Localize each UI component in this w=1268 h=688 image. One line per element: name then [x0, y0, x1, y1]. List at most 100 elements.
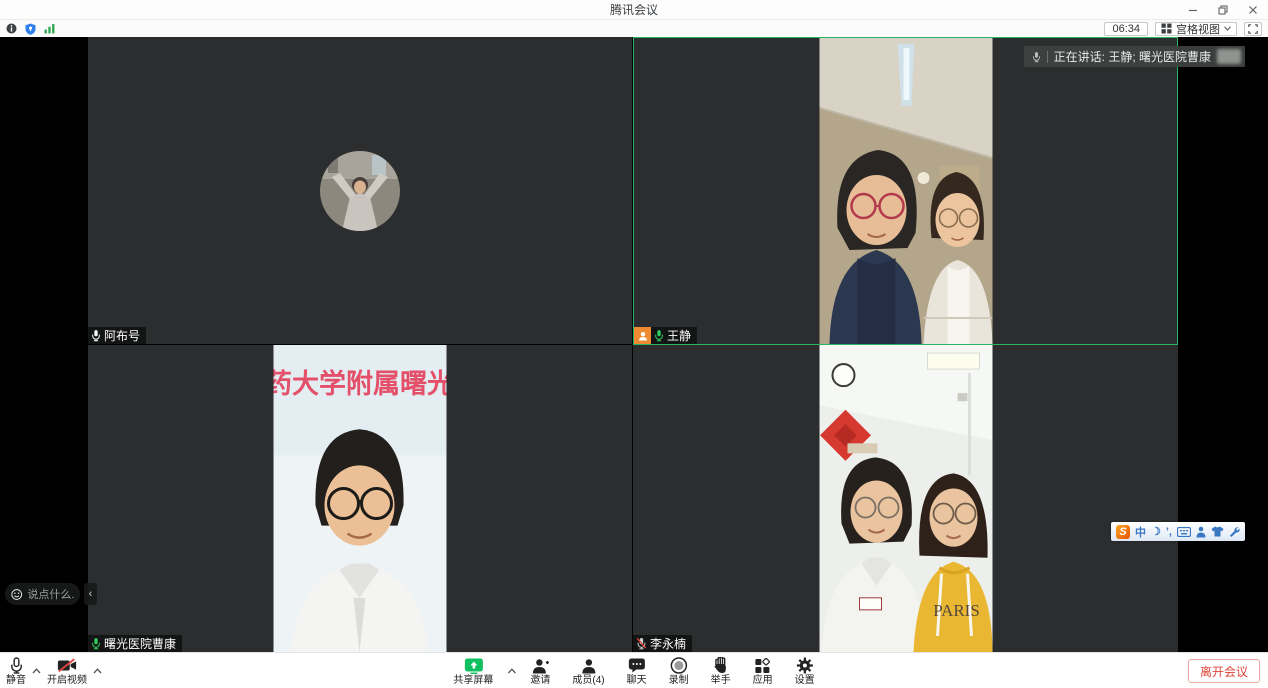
members-button[interactable]: 成员(4) [562, 653, 614, 688]
video-tile-liyongnan[interactable]: PARIS 李永楠 [633, 345, 1178, 652]
invite-person-icon [531, 658, 549, 674]
statusbar: 06:34 宫格视图 [0, 20, 1268, 37]
chat-collapse-button[interactable]: ‹ [84, 583, 97, 605]
invite-button[interactable]: 邀请 [520, 653, 560, 688]
divider [1047, 51, 1048, 63]
close-button[interactable] [1238, 0, 1268, 20]
record-label: 录制 [669, 675, 689, 686]
ime-voice-icon[interactable] [1196, 526, 1206, 538]
minimize-icon [1188, 5, 1198, 15]
ime-punctuation-icon[interactable]: ’, [1166, 526, 1172, 538]
signal-icon[interactable] [44, 23, 56, 34]
mic-options-caret[interactable] [30, 653, 43, 688]
start-video-button[interactable]: 开启视频 [47, 653, 87, 688]
ime-skin-icon[interactable] [1211, 526, 1224, 537]
close-icon [1248, 5, 1258, 15]
record-button[interactable]: 录制 [659, 653, 699, 688]
info-icon[interactable] [6, 23, 17, 34]
window-controls [1178, 0, 1268, 20]
participant-label: 王静 [634, 327, 697, 344]
participant-name: 曙光医院曹康 [104, 635, 176, 652]
leave-meeting-button[interactable]: 离开会议 [1188, 659, 1260, 683]
speaking-indicator: 正在讲话: 王静; 曙光医院曹康 [1024, 46, 1245, 67]
video-feed: 药大学附属曙光 [274, 345, 447, 652]
video-feed: PARIS [819, 345, 992, 652]
share-screen-button[interactable]: 共享屏幕 [443, 653, 503, 688]
chevron-up-icon [32, 668, 41, 674]
fullscreen-icon [1248, 24, 1258, 34]
video-options-caret[interactable] [91, 653, 104, 688]
toolbar-center-group: 共享屏幕 邀请 成员(4) 聊天 [443, 653, 824, 688]
ime-wrench-icon[interactable] [1229, 526, 1240, 537]
raise-hand-label: 举手 [711, 675, 731, 686]
chat-button[interactable]: 聊天 [617, 653, 657, 688]
view-mode-label: 宫格视图 [1176, 21, 1220, 37]
participant-name: 阿布号 [104, 327, 140, 344]
avatar-image [320, 151, 400, 231]
bottom-toolbar: 静音 开启视频 共享屏幕 [0, 652, 1268, 688]
video-feed-image [819, 38, 992, 344]
ime-halfmoon-icon[interactable]: ☽ [1151, 525, 1161, 538]
mic-speaking-icon [91, 637, 101, 650]
raise-hand-icon [714, 657, 728, 674]
apps-label: 应用 [753, 675, 773, 686]
host-person-icon [638, 331, 648, 341]
status-icons [0, 23, 56, 35]
camera-off-icon [57, 658, 77, 673]
video-grid: 阿布号 [0, 37, 1268, 652]
ime-keyboard-icon[interactable] [1177, 527, 1191, 537]
ime-logo-icon[interactable]: S [1116, 525, 1130, 539]
blurred-name [1217, 49, 1241, 64]
fullscreen-button[interactable] [1244, 22, 1262, 36]
chat-placeholder: 说点什么... [27, 586, 74, 602]
restore-icon [1218, 5, 1228, 15]
mic-muted-icon [636, 637, 647, 650]
share-screen-icon [464, 658, 483, 674]
hoodie-text: PARIS [933, 601, 980, 620]
toolbar-left-group: 静音 开启视频 [6, 653, 104, 688]
shield-icon[interactable] [25, 23, 36, 35]
settings-button[interactable]: 设置 [785, 653, 825, 688]
status-right: 06:34 宫格视图 [1104, 22, 1268, 36]
share-options-caret[interactable] [505, 653, 518, 688]
chat-bubble-icon [628, 658, 645, 673]
members-label: 成员(4) [572, 675, 604, 686]
ime-toolbar[interactable]: S 中 ☽ ’, [1111, 522, 1245, 541]
view-mode-button[interactable]: 宫格视图 [1155, 22, 1237, 36]
titlebar: 腾讯会议 [0, 0, 1268, 20]
mute-label: 静音 [6, 675, 26, 686]
grid-view-icon [1161, 23, 1172, 34]
settings-label: 设置 [795, 675, 815, 686]
hospital-banner-text: 药大学附属曙光 [274, 368, 447, 399]
window-title: 腾讯会议 [610, 1, 658, 18]
apps-button[interactable]: 应用 [743, 653, 783, 688]
speaking-mic-icon [1032, 51, 1041, 63]
minimize-button[interactable] [1178, 0, 1208, 20]
speaking-text: 正在讲话: 王静; 曙光医院曹康 [1054, 48, 1211, 65]
record-icon [670, 657, 687, 674]
mic-icon [9, 657, 24, 674]
emoji-icon[interactable] [11, 588, 22, 601]
video-tile-wangjing[interactable]: 王静 [633, 37, 1178, 345]
mic-speaking-icon [654, 329, 664, 342]
chevron-up-icon [93, 668, 102, 674]
invite-label: 邀请 [530, 675, 550, 686]
avatar [320, 151, 400, 231]
chat-input[interactable]: 说点什么... [5, 583, 80, 605]
mic-on-icon [91, 329, 101, 342]
chat-label: 聊天 [627, 675, 647, 686]
host-badge [634, 327, 651, 344]
collapse-left-icon: ‹ [89, 588, 93, 600]
chevron-up-icon [507, 668, 516, 674]
video-tile-abuhao[interactable]: 阿布号 [88, 37, 632, 344]
participant-label: 阿布号 [88, 327, 146, 344]
restore-button[interactable] [1208, 0, 1238, 20]
ime-chinese-mode-icon[interactable]: 中 [1135, 524, 1146, 540]
start-video-label: 开启视频 [47, 675, 87, 686]
raise-hand-button[interactable]: 举手 [701, 653, 741, 688]
mute-button[interactable]: 静音 [6, 653, 26, 688]
apps-icon [755, 658, 771, 674]
video-tile-caokang[interactable]: 药大学附属曙光 曙光医院曹康 [88, 345, 632, 652]
participant-label: 曙光医院曹康 [88, 635, 182, 652]
video-feed-image: PARIS [819, 345, 992, 652]
